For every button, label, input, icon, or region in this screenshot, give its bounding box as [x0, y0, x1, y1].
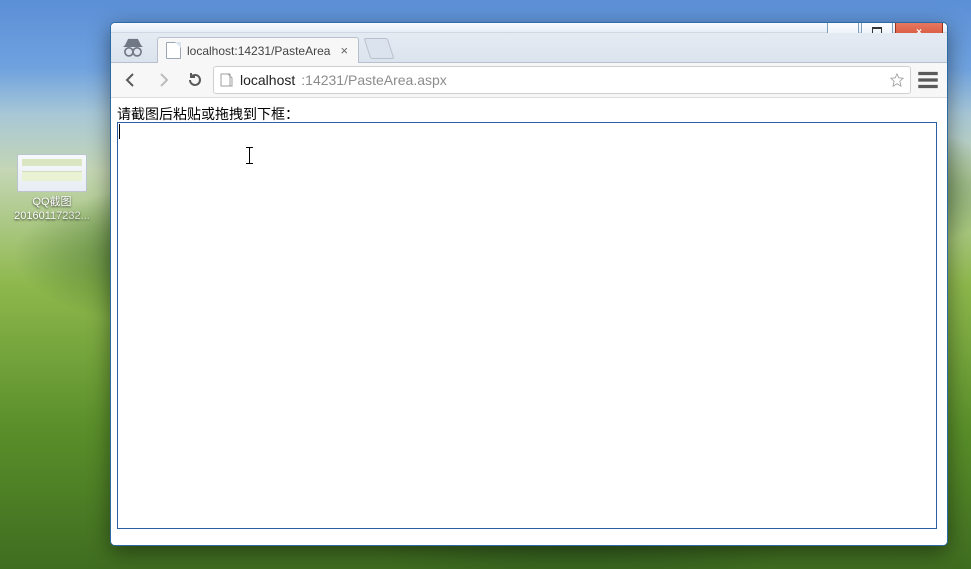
- incognito-icon: [119, 35, 147, 59]
- reload-button[interactable]: [181, 66, 209, 94]
- browser-toolbar: localhost :14231/PasteArea.aspx: [111, 63, 947, 98]
- desktop-file-icon[interactable]: QQ截图 20160117232...: [12, 154, 92, 224]
- window-titlebar[interactable]: ×: [111, 23, 947, 33]
- url-path: :14231/PasteArea.aspx: [301, 72, 447, 88]
- file-name-line1: QQ截图: [12, 196, 92, 210]
- page-content: 请截图后粘贴或拖拽到下框：: [111, 98, 947, 545]
- tab-close-icon[interactable]: ×: [340, 44, 348, 57]
- desktop: QQ截图 20160117232... × localhost:14231/Pa…: [0, 0, 971, 569]
- page-icon: [166, 42, 181, 59]
- browser-tab[interactable]: localhost:14231/PasteArea ×: [157, 37, 359, 63]
- tab-title: localhost:14231/PasteArea: [187, 44, 330, 58]
- page-icon: [220, 73, 234, 87]
- bookmark-star-icon[interactable]: [890, 73, 904, 87]
- browser-window: × localhost:14231/PasteArea ×: [110, 22, 948, 546]
- text-cursor-icon: [249, 148, 250, 163]
- prompt-label: 请截图后粘贴或拖拽到下框：: [117, 106, 299, 122]
- forward-button[interactable]: [149, 66, 177, 94]
- browser-menu-button[interactable]: [915, 67, 941, 93]
- tab-strip: localhost:14231/PasteArea ×: [111, 33, 947, 63]
- new-tab-button[interactable]: [364, 38, 395, 59]
- text-caret: [119, 124, 120, 139]
- address-bar[interactable]: localhost :14231/PasteArea.aspx: [213, 66, 911, 94]
- back-button[interactable]: [117, 66, 145, 94]
- paste-drop-area[interactable]: [117, 122, 937, 529]
- file-thumbnail: [17, 154, 87, 192]
- file-name-line2: 20160117232...: [12, 210, 92, 224]
- url-host: localhost: [240, 72, 295, 88]
